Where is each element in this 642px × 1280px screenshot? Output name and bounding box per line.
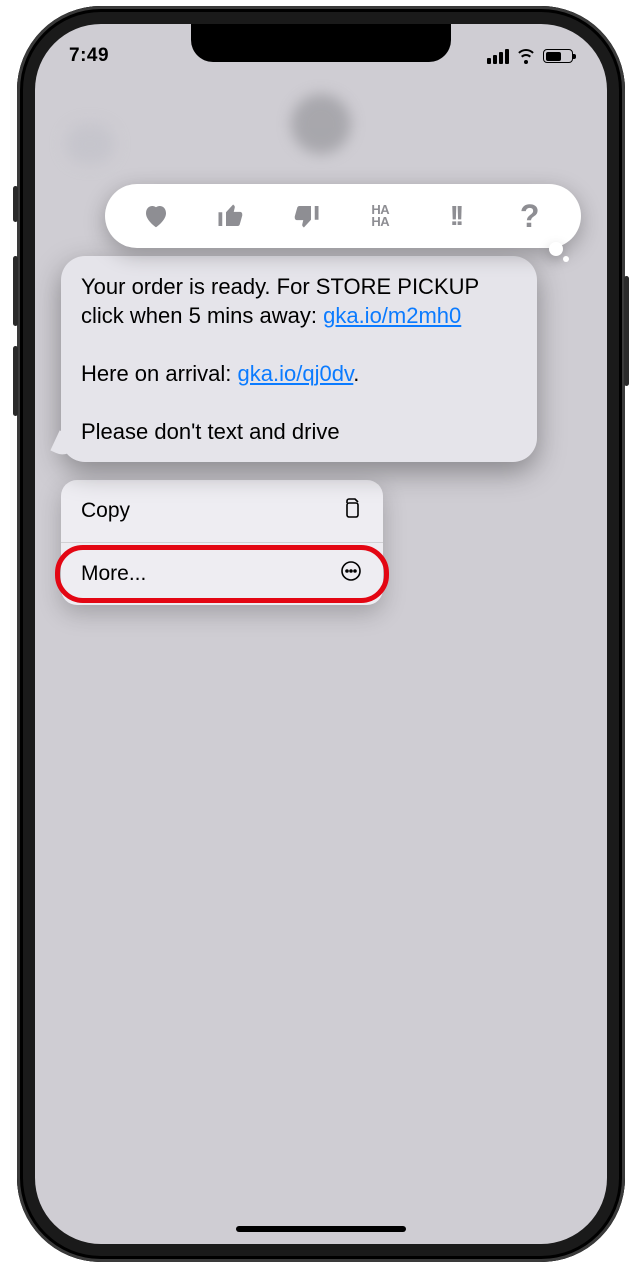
battery-icon <box>543 49 573 63</box>
message-text-2a: Here on arrival: <box>81 361 238 386</box>
notch <box>191 24 451 62</box>
screen: 7:49 HAHA !! <box>35 24 607 1244</box>
tapback-question[interactable]: ? <box>510 196 550 236</box>
home-indicator[interactable] <box>236 1226 406 1232</box>
menu-more-label: More... <box>81 562 146 586</box>
power-button <box>624 276 629 386</box>
mute-switch <box>13 186 18 222</box>
content-area: HAHA !! ? Your order is ready. For STORE… <box>35 184 607 605</box>
status-indicators <box>487 49 573 64</box>
menu-item-copy[interactable]: Copy <box>61 480 383 542</box>
status-time: 7:49 <box>69 45 109 67</box>
message-text-3: Please don't text and drive <box>81 419 340 444</box>
tapback-exclaim[interactable]: !! <box>435 196 475 236</box>
copy-icon <box>339 496 363 526</box>
conversation-header-blurred <box>35 64 607 174</box>
message-link-2[interactable]: gka.io/qj0dv <box>238 361 354 386</box>
message-link-1[interactable]: gka.io/m2mh0 <box>323 303 461 328</box>
message-text-2b: . <box>353 361 359 386</box>
iphone-frame: 7:49 HAHA !! <box>17 6 625 1262</box>
cellular-icon <box>487 49 509 64</box>
message-bubble[interactable]: Your order is ready. For STORE PICKUP cl… <box>61 256 537 462</box>
menu-copy-label: Copy <box>81 499 130 523</box>
tapback-thumbs-up[interactable] <box>211 196 251 236</box>
contact-avatar-blurred <box>291 94 351 154</box>
more-icon <box>339 559 363 589</box>
wifi-icon <box>516 49 536 64</box>
tapback-thumbs-down[interactable] <box>286 196 326 236</box>
tapback-haha[interactable]: HAHA <box>360 196 400 236</box>
menu-item-more[interactable]: More... <box>61 542 383 605</box>
back-button-blurred <box>65 124 115 164</box>
volume-down-button <box>13 346 18 416</box>
context-menu: Copy More... <box>61 480 383 605</box>
tapback-heart[interactable] <box>136 196 176 236</box>
volume-up-button <box>13 256 18 326</box>
tapback-bar: HAHA !! ? <box>105 184 581 248</box>
